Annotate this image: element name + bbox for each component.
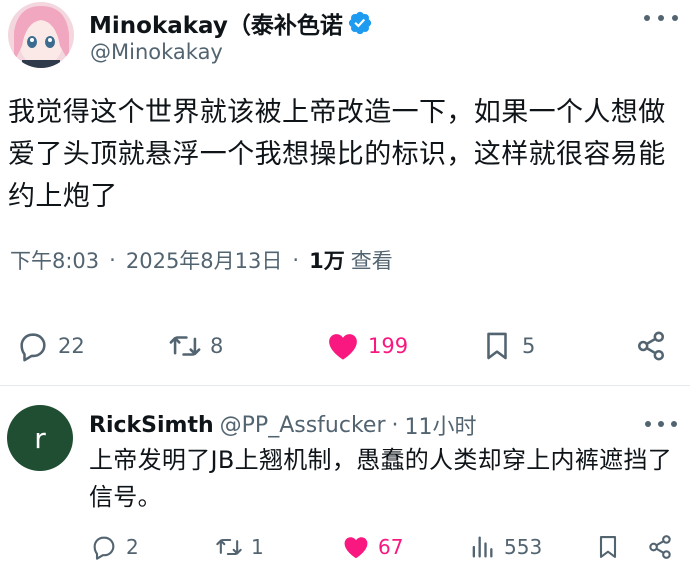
bookmark-button[interactable]: 5 bbox=[480, 326, 535, 366]
reply-icon bbox=[20, 333, 46, 362]
post-time[interactable]: 下午8:03 bbox=[10, 245, 99, 275]
reply-text: 上帝发明了JB上翘机制，愚蠢的人类却穿上内裤遮挡了信号。 bbox=[89, 446, 673, 511]
bookmark-icon bbox=[487, 332, 507, 360]
heart-icon bbox=[344, 537, 368, 559]
like-button[interactable]: 199 bbox=[326, 326, 408, 366]
reply-like-count: 67 bbox=[378, 535, 404, 559]
author-name-text: Minokakay（泰补色诺 bbox=[89, 13, 343, 39]
author-avatar[interactable] bbox=[8, 2, 74, 68]
share-icon bbox=[649, 535, 671, 559]
reply-share-button[interactable] bbox=[646, 530, 674, 563]
reply-header: RickSimth @PP_Assfucker · 11小时 bbox=[89, 409, 476, 441]
reply-more-icon[interactable] bbox=[645, 419, 677, 429]
verified-badge-icon bbox=[348, 11, 371, 35]
reply-time[interactable]: 11小时 bbox=[404, 409, 476, 441]
repost-button[interactable]: 8 bbox=[168, 326, 223, 366]
reply-views-button[interactable]: 553 bbox=[468, 530, 542, 563]
reply-author-handle[interactable]: @PP_Assfucker bbox=[220, 413, 386, 438]
post-meta: 下午8:03 · 2025年8月13日 · 1万 查看 bbox=[10, 245, 393, 275]
post-text: 我觉得这个世界就该被上帝改造一下，如果一个人想做爱了头顶就悬浮一个我想操比的标识… bbox=[8, 97, 666, 212]
post-date[interactable]: 2025年8月13日 bbox=[126, 245, 283, 275]
reply-action-bar: 2 1 67 553 bbox=[0, 530, 690, 563]
reply-icon bbox=[93, 536, 115, 560]
author-handle[interactable]: @Minokakay bbox=[90, 40, 223, 64]
author-name[interactable]: Minokakay（泰补色诺 bbox=[89, 6, 373, 40]
reply-author-name[interactable]: RickSimth bbox=[89, 413, 214, 438]
share-button[interactable] bbox=[634, 326, 668, 366]
like-count: 199 bbox=[368, 334, 409, 358]
reply-avatar[interactable]: r bbox=[7, 405, 73, 471]
reply-avatar-letter: r bbox=[34, 421, 46, 455]
views-icon bbox=[472, 536, 493, 558]
reply-separator: · bbox=[391, 412, 399, 438]
views-count[interactable]: 1万 bbox=[309, 245, 345, 275]
reply-repost-button[interactable]: 1 bbox=[215, 530, 264, 563]
reply-reply-count: 2 bbox=[126, 535, 139, 559]
reply-views-count: 553 bbox=[504, 535, 543, 559]
share-icon bbox=[637, 331, 665, 361]
reply-like-button[interactable]: 67 bbox=[342, 530, 403, 563]
reply-button[interactable]: 22 bbox=[16, 326, 85, 366]
bookmark-icon bbox=[599, 536, 617, 558]
heart-icon bbox=[329, 334, 357, 360]
reply-reply-button[interactable]: 2 bbox=[90, 530, 139, 563]
meta-separator: · bbox=[292, 248, 300, 272]
bookmark-count: 5 bbox=[522, 334, 536, 358]
meta-separator: · bbox=[109, 248, 116, 272]
repost-count: 8 bbox=[210, 334, 224, 358]
divider bbox=[0, 385, 690, 386]
reply-bookmark-button[interactable] bbox=[594, 530, 622, 563]
repost-icon bbox=[216, 538, 242, 556]
reply-repost-count: 1 bbox=[251, 535, 264, 559]
views-label[interactable]: 查看 bbox=[351, 245, 393, 275]
post-action-bar: 22 8 199 5 bbox=[0, 326, 690, 366]
repost-icon bbox=[169, 336, 201, 356]
reply-count: 22 bbox=[58, 334, 85, 358]
more-icon[interactable] bbox=[644, 6, 678, 30]
